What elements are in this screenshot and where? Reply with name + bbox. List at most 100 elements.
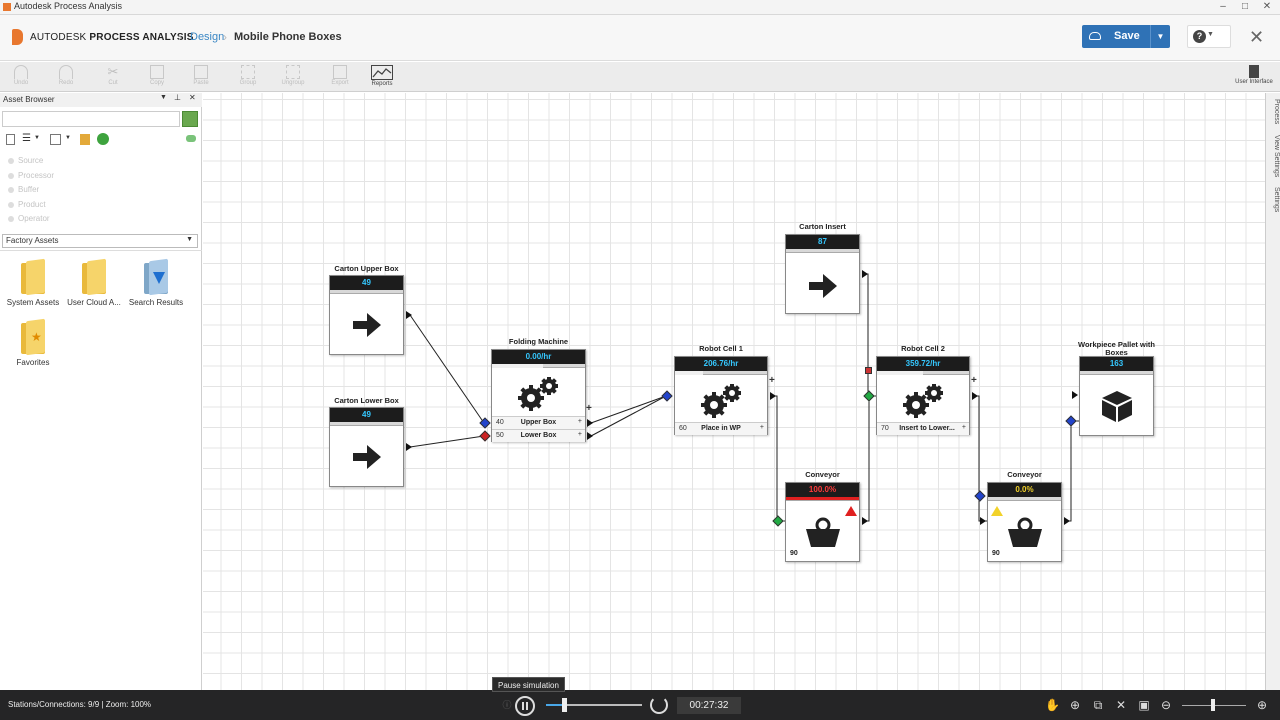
input-arrow[interactable] <box>980 517 986 525</box>
processor-input-row[interactable]: 50 Lower Box + <box>492 429 585 442</box>
redo-button[interactable]: Redo <box>51 64 81 90</box>
output-port[interactable] <box>406 443 412 451</box>
cut-button[interactable]: ✂ Cut <box>98 64 128 90</box>
overview-map-icon[interactable]: ▣ <box>1137 698 1151 712</box>
source-workpiece-pallet[interactable]: 163 <box>1079 356 1154 436</box>
add-connection-icon[interactable]: + <box>971 375 977 386</box>
output-port[interactable] <box>972 392 978 400</box>
category-source[interactable]: Source <box>8 156 43 165</box>
folder-user-cloud-assets[interactable]: User Cloud A... <box>64 258 124 307</box>
grid-view-icon[interactable] <box>50 134 61 145</box>
close-document-button[interactable]: ✕ <box>1249 27 1264 48</box>
zoom-slider-handle[interactable] <box>1211 699 1215 711</box>
output-port[interactable] <box>406 311 412 319</box>
expand-icon[interactable]: + <box>578 418 582 425</box>
paste-button[interactable]: Paste <box>186 64 216 90</box>
new-asset-icon[interactable] <box>6 134 15 145</box>
add-connection-icon[interactable]: + <box>769 375 775 386</box>
chevron-down-icon[interactable]: ▼ <box>160 94 167 101</box>
expand-icon[interactable]: + <box>962 424 966 431</box>
folder-label: Search Results <box>128 298 184 307</box>
window-close-button[interactable]: ✕ <box>1256 0 1278 13</box>
maximize-button[interactable]: □ <box>1234 0 1256 13</box>
output-port[interactable] <box>587 432 593 440</box>
buffer-conveyor-2[interactable]: 0.0% 90 <box>987 482 1062 562</box>
row-label: Lower Box <box>520 432 557 439</box>
tab-view-settings[interactable]: View Settings <box>1267 131 1280 181</box>
folder-system-assets[interactable]: System Assets <box>3 258 63 307</box>
fit-icon[interactable]: ✕ <box>1114 698 1128 712</box>
save-button[interactable]: Save ▼ <box>1082 25 1170 48</box>
folder-favorites[interactable]: ★ Favorites <box>3 318 63 367</box>
output-port[interactable] <box>862 517 868 525</box>
pause-simulation-button[interactable] <box>515 696 535 716</box>
input-arrow[interactable] <box>1072 391 1078 399</box>
category-processor[interactable]: Processor <box>8 171 54 180</box>
category-operator[interactable]: Operator <box>8 214 50 223</box>
folder-label: System Assets <box>6 298 60 307</box>
source-carton-upper-box[interactable]: 49 <box>329 275 404 355</box>
buffer-conveyor-1[interactable]: 100.0% 90 <box>785 482 860 562</box>
undo-label: Undo <box>13 80 29 86</box>
chevron-down-icon[interactable]: ▼ <box>34 135 40 141</box>
chevron-down-icon[interactable]: ▼ <box>65 135 71 141</box>
processor-input-row[interactable]: 70 Insert to Lower... + <box>877 422 969 435</box>
node-title-robot-cell-2: Robot Cell 2 <box>901 344 945 353</box>
output-port[interactable] <box>587 419 593 427</box>
processor-input-row[interactable]: 60 Place in WP + <box>675 422 767 435</box>
processor-robot-cell-1[interactable]: 206.76/hr 60 Place in WP + <box>674 356 768 435</box>
refresh-icon[interactable] <box>97 133 109 145</box>
add-connection-icon[interactable]: + <box>586 403 592 414</box>
folder-label: User Cloud A... <box>67 298 121 307</box>
list-view-icon[interactable]: ☰ <box>22 133 31 144</box>
processor-folding-machine[interactable]: 0.00/hr 40 Upper Box + 50 Lower Box + <box>491 349 586 442</box>
source-carton-lower-box[interactable]: 49 <box>329 407 404 487</box>
breadcrumb-design-link[interactable]: Design <box>190 31 224 43</box>
zoom-in-icon[interactable]: ⊕ <box>1255 698 1269 712</box>
folder-search-results[interactable]: Search Results <box>126 258 186 307</box>
minimize-button[interactable]: – <box>1212 0 1234 13</box>
node-progress-bar <box>330 290 403 294</box>
processor-input-row[interactable]: 40 Upper Box + <box>492 416 585 429</box>
source-carton-insert[interactable]: 87 <box>785 234 860 314</box>
link-icon[interactable] <box>186 135 196 142</box>
tab-process[interactable]: Process <box>1267 97 1280 127</box>
zoom-window-icon[interactable]: ⊕ <box>1068 698 1082 712</box>
close-panel-icon[interactable]: ✕ <box>189 93 196 102</box>
zoom-out-icon[interactable]: ⊖ <box>1159 698 1173 712</box>
ungroup-button[interactable]: Ungroup <box>278 64 308 90</box>
zoom-extents-icon[interactable]: ⧉ <box>1091 698 1105 712</box>
asset-search-input[interactable] <box>2 111 180 127</box>
export-button[interactable]: Export <box>325 64 355 90</box>
pan-hand-icon[interactable]: ✋ <box>1045 698 1060 712</box>
help-button[interactable]: ? ▼ <box>1187 25 1231 48</box>
search-go-button[interactable] <box>182 111 198 127</box>
copy-button[interactable]: Copy <box>142 64 172 90</box>
pin-icon[interactable]: ⊥ <box>174 93 181 102</box>
category-buffer[interactable]: Buffer <box>8 185 39 194</box>
save-dropdown-button[interactable]: ▼ <box>1150 25 1170 48</box>
group-button[interactable]: Group <box>233 64 263 90</box>
ungroup-icon <box>286 65 300 79</box>
reset-simulation-button[interactable] <box>650 696 668 714</box>
asset-library-select[interactable]: Factory Assets ▼ <box>2 234 198 248</box>
filter-icon[interactable] <box>80 134 90 145</box>
category-product[interactable]: Product <box>8 200 46 209</box>
input-port[interactable] <box>865 367 872 374</box>
output-port[interactable] <box>862 270 868 278</box>
processor-robot-cell-2[interactable]: 359.72/hr 70 Insert to Lower... + <box>876 356 970 435</box>
warning-icon <box>991 506 1003 516</box>
expand-icon[interactable]: + <box>578 431 582 438</box>
pause-simulation-tooltip: Pause simulation <box>492 677 565 692</box>
undo-button[interactable]: Undo <box>6 64 36 90</box>
expand-icon[interactable]: + <box>760 424 764 431</box>
info-icon[interactable]: ⓘ <box>500 698 514 712</box>
reports-button[interactable]: Reports <box>367 64 397 90</box>
output-port[interactable] <box>770 392 776 400</box>
user-interface-button[interactable]: User Interface <box>1232 64 1276 90</box>
tab-settings[interactable]: Settings <box>1267 183 1280 217</box>
speed-slider-handle[interactable] <box>562 698 567 712</box>
node-progress-bar <box>786 249 859 253</box>
node-title-folding-machine: Folding Machine <box>508 337 569 346</box>
output-port[interactable] <box>1064 517 1070 525</box>
